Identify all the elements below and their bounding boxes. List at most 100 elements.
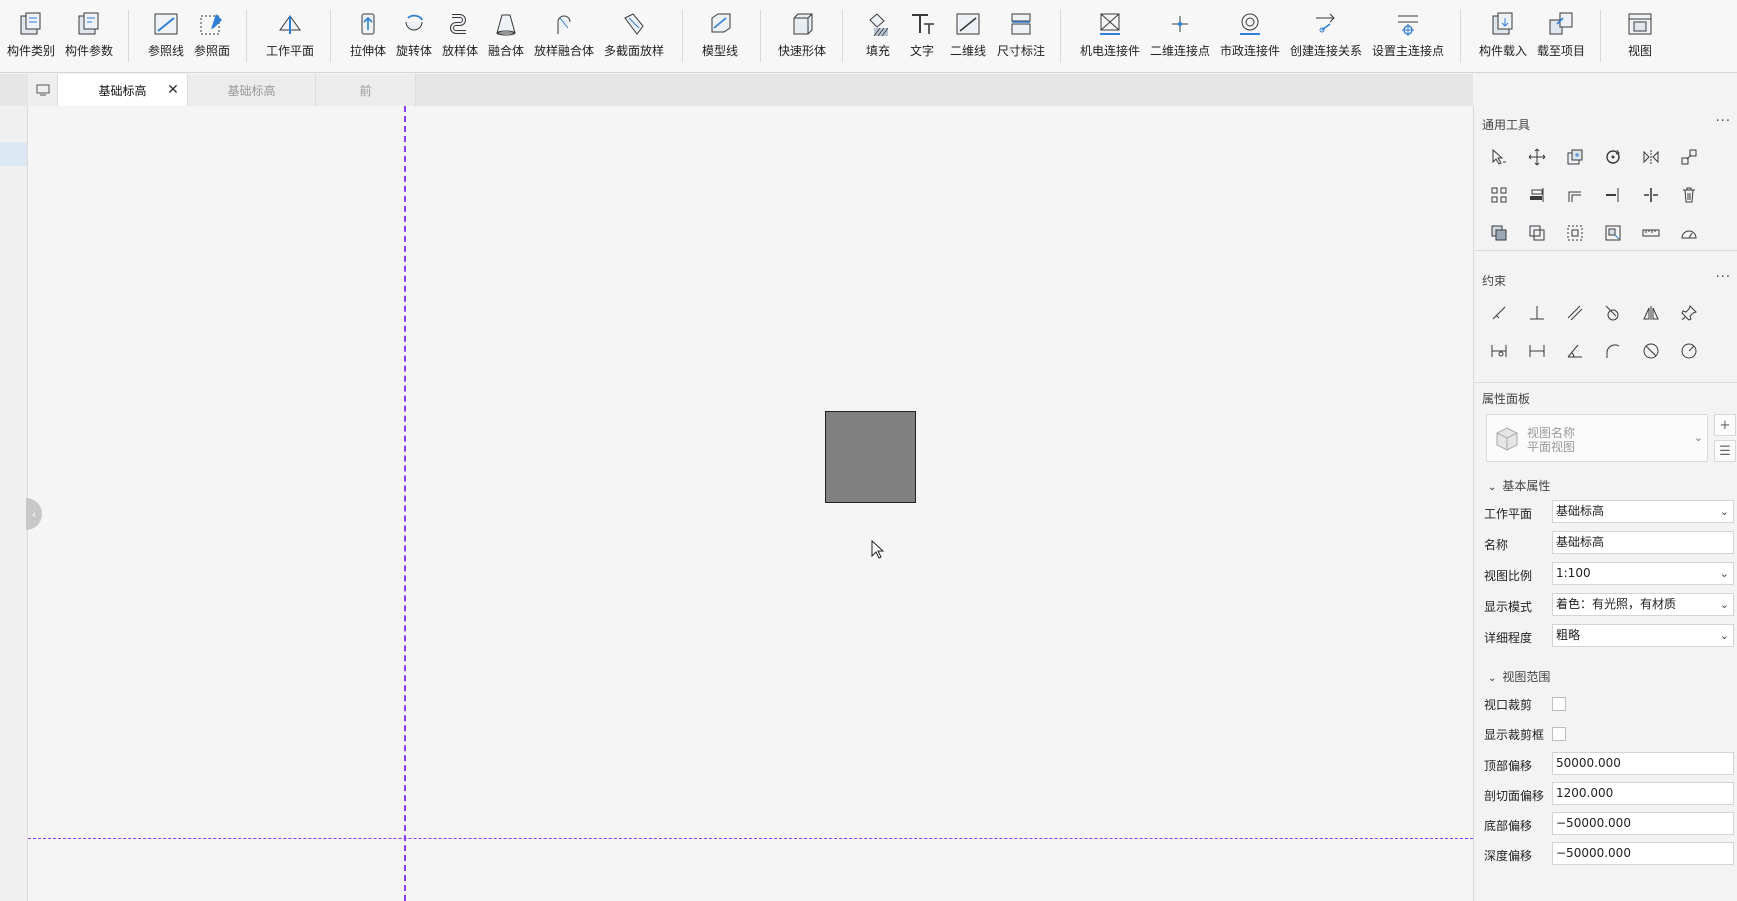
family-category-icon	[16, 8, 46, 40]
move-icon[interactable]	[1524, 144, 1550, 170]
prop-label-viewport-crop: 视口裁剪	[1484, 698, 1533, 712]
linear-dimension-constraint-icon[interactable]	[1524, 338, 1550, 364]
reference-line-vertical[interactable]	[404, 106, 406, 901]
delete-icon[interactable]	[1676, 182, 1702, 208]
show-crop-box-checkbox[interactable]	[1552, 727, 1566, 741]
create-connection-button[interactable]: 创建连接关系	[1288, 8, 1364, 62]
protractor-icon[interactable]	[1676, 220, 1702, 246]
bottom-offset-input[interactable]: −50000.000	[1552, 812, 1734, 835]
ref-plane-button[interactable]: 参照面	[192, 8, 232, 62]
separator	[330, 10, 331, 62]
civil-connector-button[interactable]: 市政连接件	[1218, 8, 1282, 62]
mep-connector-button[interactable]: 机电连接件	[1078, 8, 1142, 62]
general-tools-more-icon[interactable]: ···	[1716, 114, 1731, 129]
depth-offset-input[interactable]: −50000.000	[1552, 842, 1734, 865]
extrusion-button[interactable]: 拉伸体	[348, 8, 388, 62]
load-family-button[interactable]: 构件载入	[1476, 8, 1530, 62]
tab-label: 基础标高	[227, 83, 276, 98]
arc-length-constraint-icon[interactable]	[1600, 338, 1626, 364]
text-button[interactable]: 文字	[904, 8, 940, 62]
detail-level-select[interactable]: 粗略 ⌄	[1552, 624, 1734, 647]
tab-foundation-level[interactable]: 基础标高 ✕	[58, 74, 188, 106]
swept-blend-icon	[549, 8, 579, 40]
display-mode-select[interactable]: 着色：有光照，有材质 ⌄	[1552, 593, 1734, 616]
array-icon[interactable]	[1486, 182, 1512, 208]
cut-plane-offset-input[interactable]: 1200.000	[1552, 782, 1734, 805]
tab-foundation-level-2[interactable]: 基础标高	[188, 74, 316, 106]
top-offset-input[interactable]: 50000.000	[1552, 752, 1734, 775]
drawing-canvas[interactable]: ‹	[26, 106, 1473, 901]
zoom-region-icon[interactable]	[1600, 220, 1626, 246]
perpendicular-constraint-icon[interactable]	[1524, 300, 1550, 326]
tab-switch-icon[interactable]	[28, 74, 58, 106]
quick-shape-label: 快速形体	[777, 44, 826, 58]
view-button[interactable]: 视图	[1620, 8, 1660, 62]
pin-icon[interactable]	[1676, 300, 1702, 326]
family-category-button[interactable]: 构件类别	[4, 8, 58, 62]
view-list-button[interactable]: ☰	[1714, 440, 1736, 462]
symmetric-constraint-icon[interactable]	[1638, 300, 1664, 326]
swept-blend-button[interactable]: 放样融合体	[532, 8, 596, 62]
family-params-button[interactable]: 构件参数	[62, 8, 116, 62]
ref-plane-icon	[197, 8, 227, 40]
box-select-icon[interactable]	[1562, 220, 1588, 246]
name-field[interactable]: 基础标高	[1552, 531, 1734, 554]
work-plane-button[interactable]: 工作平面	[264, 8, 316, 62]
connect-point-2d-button[interactable]: 二维连接点	[1148, 8, 1212, 62]
align-icon[interactable]	[1524, 182, 1550, 208]
angle-constraint-icon[interactable]	[1562, 338, 1588, 364]
union-icon[interactable]	[1486, 220, 1512, 246]
multi-section-sweep-button[interactable]: 多截面放样	[602, 8, 666, 62]
collapse-left-panel-button[interactable]: ‹	[26, 498, 42, 530]
view-range-group[interactable]: ⌄ 视图范围	[1488, 668, 1550, 685]
prop-label-bottom-offset: 底部偏移	[1484, 819, 1533, 833]
load-to-project-button[interactable]: 载至项目	[1534, 8, 1588, 62]
right-panel: 通用工具 ··· 约束 ··· 属性面板 视图名称 平面视图 ⌄ + ☰ ⌄ 基…	[1473, 106, 1737, 901]
reference-line-horizontal[interactable]	[28, 838, 1473, 839]
radius-constraint-icon[interactable]	[1676, 338, 1702, 364]
equal-distance-constraint-icon[interactable]	[1486, 338, 1512, 364]
top-offset-value: 50000.000	[1556, 756, 1621, 770]
parallel-constraint-icon[interactable]	[1486, 300, 1512, 326]
tangent-constraint-icon[interactable]	[1600, 300, 1626, 326]
ref-line-button[interactable]: 参照线	[146, 8, 186, 62]
view-type-selector[interactable]: 视图名称 平面视图 ⌄	[1486, 414, 1708, 462]
split-icon[interactable]	[1638, 182, 1664, 208]
rotate-icon[interactable]	[1600, 144, 1626, 170]
quick-shape-button[interactable]: 快速形体	[776, 8, 828, 62]
work-plane-select[interactable]: 基础标高 ⌄	[1552, 500, 1734, 523]
tab-front[interactable]: 前	[316, 74, 416, 106]
mirror-icon[interactable]	[1638, 144, 1664, 170]
trim-icon[interactable]	[1600, 182, 1626, 208]
dimension-button[interactable]: 尺寸标注	[994, 8, 1048, 62]
copy-icon[interactable]	[1562, 144, 1588, 170]
scale-icon[interactable]	[1676, 144, 1702, 170]
extrusion-shape[interactable]	[825, 411, 916, 503]
list-icon: ☰	[1719, 443, 1731, 459]
tab-label: 前	[359, 83, 372, 98]
line-2d-button[interactable]: 二维线	[948, 8, 988, 62]
viewport-crop-checkbox[interactable]	[1552, 697, 1566, 711]
left-strip-selection[interactable]	[0, 142, 27, 166]
collinear-constraint-icon[interactable]	[1562, 300, 1588, 326]
add-view-button[interactable]: +	[1714, 414, 1736, 436]
close-icon[interactable]: ✕	[165, 82, 181, 98]
set-main-connector-button[interactable]: 设置主连接点	[1370, 8, 1446, 62]
revolve-button[interactable]: 旋转体	[394, 8, 434, 62]
offset-icon[interactable]	[1562, 182, 1588, 208]
sweep-button[interactable]: 放样体	[440, 8, 480, 62]
select-icon[interactable]	[1486, 144, 1512, 170]
connect-point-2d-label: 二维连接点	[1149, 44, 1210, 58]
model-line-label: 模型线	[701, 44, 738, 58]
measure-icon[interactable]	[1638, 220, 1664, 246]
blend-button[interactable]: 融合体	[486, 8, 526, 62]
plus-icon: +	[1719, 417, 1731, 433]
diameter-constraint-icon[interactable]	[1638, 338, 1664, 364]
fill-button[interactable]: 填充	[860, 8, 896, 62]
basic-properties-group[interactable]: ⌄ 基本属性	[1488, 477, 1550, 494]
view-scale-select[interactable]: 1:100 ⌄	[1552, 562, 1734, 585]
ribbon-toolbar: 构件类别 构件参数 参照线 参照面 工作平面 拉伸体 旋转体 放样体 融合体 放…	[0, 0, 1737, 73]
constraints-more-icon[interactable]: ···	[1716, 270, 1731, 285]
model-line-button[interactable]: 模型线	[700, 8, 740, 62]
cut-geometry-icon[interactable]	[1524, 220, 1550, 246]
